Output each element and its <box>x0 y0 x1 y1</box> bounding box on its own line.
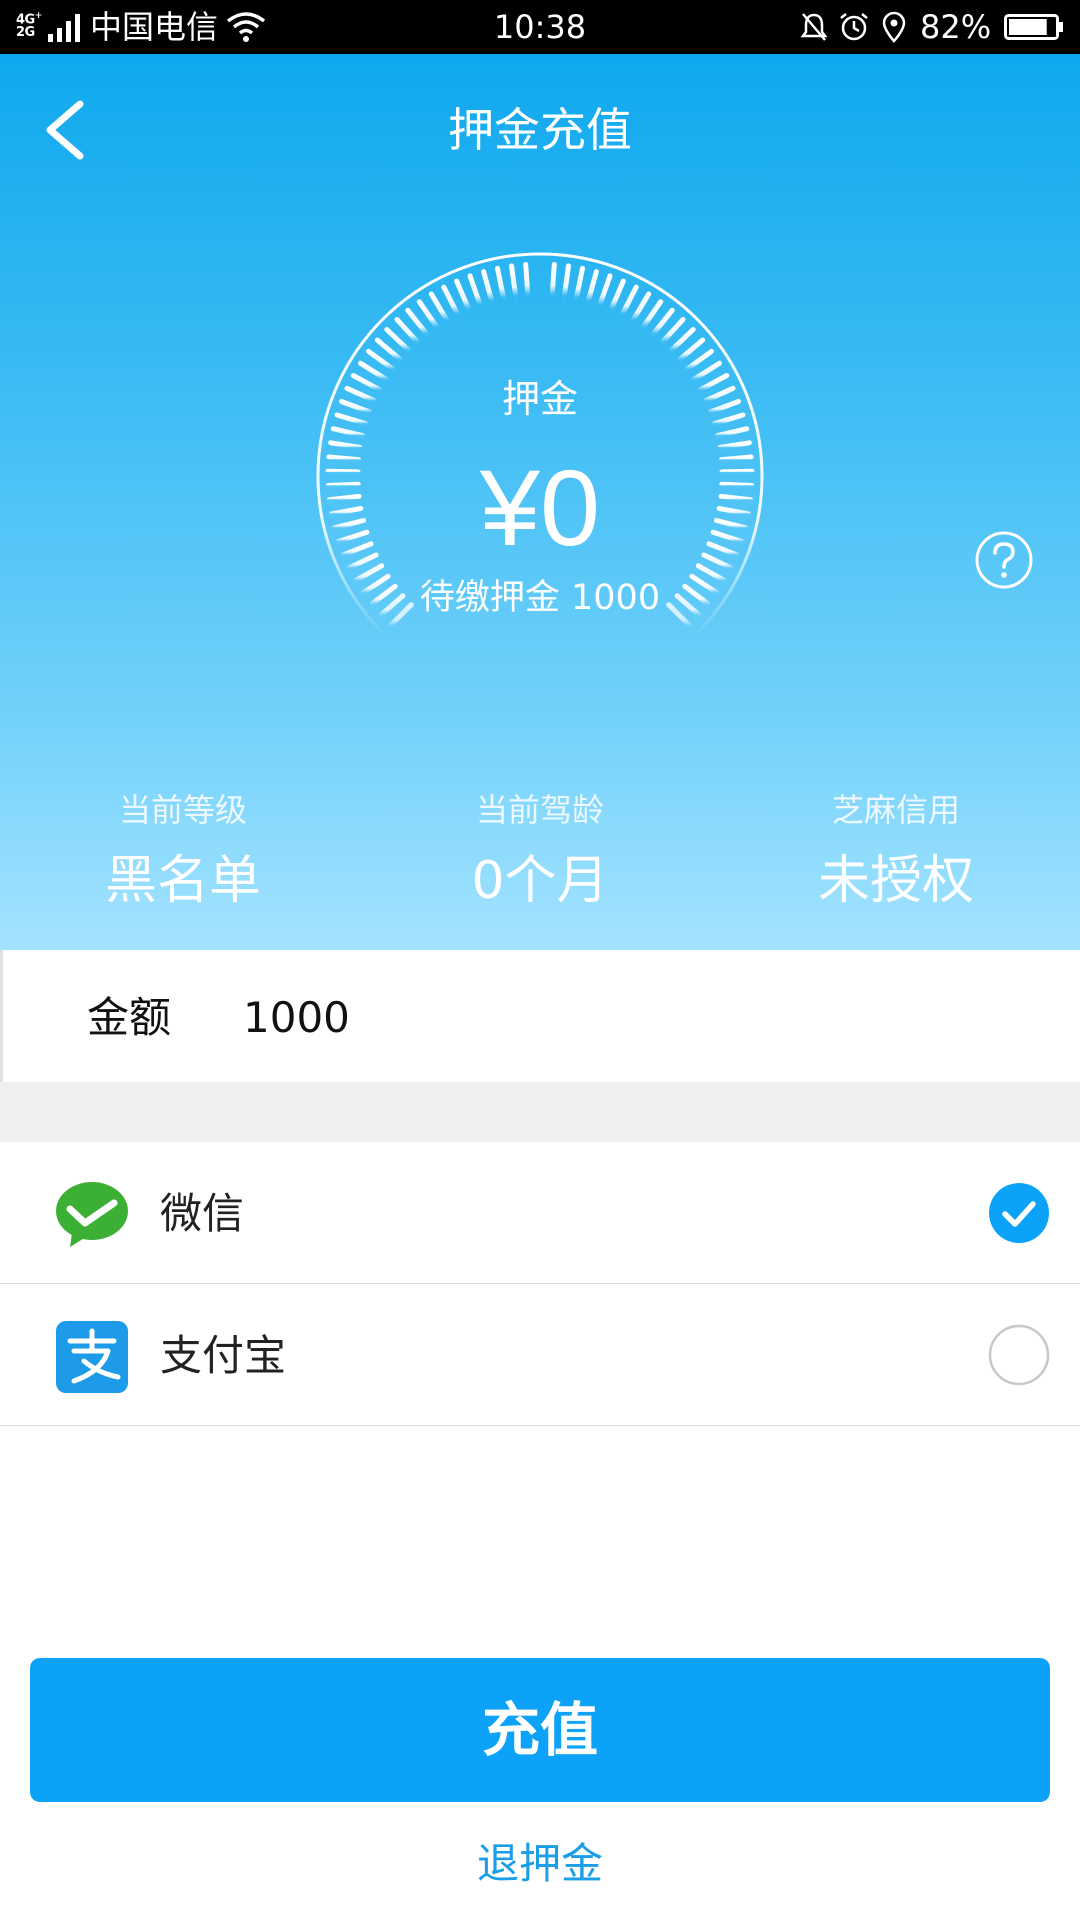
pending-deposit: 待缴押金 1000 <box>419 578 661 618</box>
payment-option-wechat[interactable]: 微信 <box>0 1142 1080 1284</box>
battery-percent: 82% <box>920 8 992 46</box>
deposit-amount: ¥0 <box>479 447 601 568</box>
gauge-tick <box>549 262 557 297</box>
clock: 10:38 <box>493 8 587 46</box>
gauge-tick <box>561 263 571 299</box>
gauge-tick <box>394 317 420 345</box>
gauge-tick <box>609 278 626 312</box>
gauge-tick <box>416 299 439 329</box>
stat-label: 当前等级 <box>118 791 247 829</box>
wechat-icon <box>56 1182 128 1247</box>
gauge-tick <box>574 265 585 301</box>
radio-checked-icon[interactable] <box>988 1182 1050 1244</box>
battery-icon <box>1004 14 1063 40</box>
payment-name: 支付宝 <box>160 1331 287 1380</box>
gauge-tick <box>509 263 519 299</box>
stat-sesame-credit[interactable]: 芝麻信用 未授权 <box>746 788 1046 914</box>
gauge-tick <box>384 327 411 353</box>
location-icon <box>882 11 906 43</box>
gauge-tick <box>660 317 686 345</box>
stat-label: 当前驾龄 <box>475 791 604 829</box>
gauge-tick <box>428 291 450 323</box>
gauge-tick <box>374 337 403 362</box>
gauge-tick <box>630 291 652 323</box>
question-circle-icon[interactable] <box>974 530 1034 590</box>
gauge-tick <box>597 273 613 307</box>
gauge-tick <box>641 299 664 329</box>
gauge-tick <box>366 348 396 372</box>
deposit-label: 押金 <box>501 377 578 421</box>
alipay-icon <box>56 1321 128 1393</box>
stat-level: 当前等级 黑名单 <box>33 788 333 914</box>
payment-option-alipay[interactable]: 支付宝 <box>0 1284 1080 1426</box>
refund-deposit-link[interactable]: 退押金 <box>0 1836 1080 1892</box>
section-divider <box>0 1082 1080 1142</box>
gauge-tick <box>684 348 714 372</box>
gauge-tick <box>523 262 531 297</box>
gauge-tick <box>717 440 752 450</box>
stat-driving-age: 当前驾龄 0个月 <box>390 788 690 914</box>
gauge-tick <box>585 269 599 304</box>
stat-value: 0个月 <box>471 851 609 911</box>
gauge-tick <box>669 327 696 353</box>
stat-label: 芝麻信用 <box>831 791 960 829</box>
gauge-tick <box>441 284 460 317</box>
gauge-tick <box>405 307 429 337</box>
page-title: 押金充值 <box>448 103 632 157</box>
gauge-tick <box>467 273 483 307</box>
gauge-tick <box>651 307 675 337</box>
gauge-tick <box>495 265 506 301</box>
status-bar: 4G+ 2G 中国电信 10:38 82% <box>0 0 1080 54</box>
radio-unchecked-icon[interactable] <box>988 1324 1050 1386</box>
gauge-tick <box>677 337 706 362</box>
gauge-tick <box>454 278 471 312</box>
gauge-tick <box>328 440 363 450</box>
recharge-button[interactable]: 充值 <box>30 1658 1050 1802</box>
gauge-tick <box>481 269 495 304</box>
gauge-tick <box>714 426 750 438</box>
stat-value: 未授权 <box>817 851 974 911</box>
stat-value: 黑名单 <box>104 851 261 911</box>
gauge-tick <box>330 426 366 438</box>
payment-name: 微信 <box>160 1189 245 1238</box>
alarm-icon <box>840 13 868 41</box>
mute-bell-icon <box>800 13 828 41</box>
gauge-tick <box>620 284 639 317</box>
amount-input[interactable] <box>243 992 943 1044</box>
amount-label: 金额 <box>87 993 172 1042</box>
amount-row: 金额 <box>0 950 1080 1082</box>
